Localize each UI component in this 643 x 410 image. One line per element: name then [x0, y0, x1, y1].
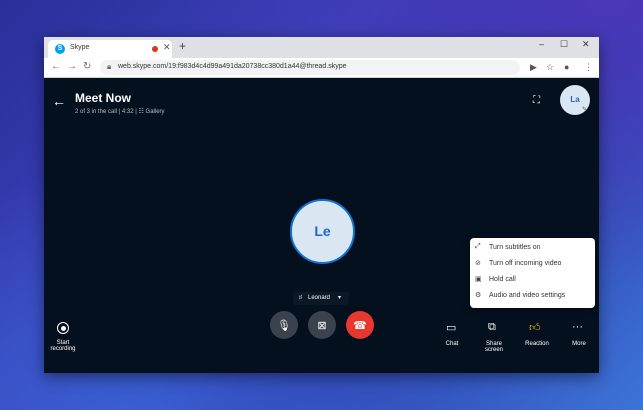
gear-icon: ⚙	[475, 292, 482, 299]
lock-icon: 🔒︎	[107, 62, 112, 71]
record-icon[interactable]	[57, 322, 69, 334]
share-line2: screen	[484, 347, 503, 353]
menu-item-av-settings[interactable]: ⚙ Audio and video settings	[470, 288, 595, 304]
subtitles-icon: ⤢	[475, 243, 481, 250]
reaction-thumbs-up-icon[interactable]: 👍︎	[529, 321, 541, 334]
reload-icon[interactable]: ↻	[83, 61, 91, 72]
call-title: Meet Now	[75, 91, 132, 105]
muted-mic-icon: ✎	[582, 107, 588, 113]
reaction-label: Reaction	[525, 341, 549, 347]
mute-button[interactable]: 🎙︎	[270, 311, 298, 339]
menu-item-label: Audio and video settings	[489, 292, 566, 299]
menu-item-subtitles[interactable]: ⤢ Turn subtitles on	[470, 240, 595, 256]
menu-item-incoming-video[interactable]: ⊘ Turn off incoming video	[470, 256, 595, 272]
more-label: More	[572, 341, 586, 347]
tab-skype[interactable]: S Skype ✕	[48, 40, 172, 58]
start-recording-line2: recording	[50, 346, 76, 352]
camera-indicator-icon[interactable]: ▶	[530, 62, 537, 73]
start-recording-label: Start recording	[48, 340, 78, 352]
mic-off-icon: 🎙︎	[277, 319, 291, 332]
chat-icon[interactable]: ▭	[446, 321, 456, 334]
menu-item-hold-call[interactable]: ▣ Hold call	[470, 272, 595, 288]
skype-call-view: ← Meet Now 2 of 3 in the call | 4:32 | ☷…	[44, 78, 599, 373]
participant-name: Leonard	[308, 295, 331, 301]
back-icon[interactable]: ←	[51, 61, 61, 72]
layout-switch-icon[interactable]: ⛶	[533, 95, 540, 106]
minimize-button[interactable]: –	[539, 39, 544, 49]
mic-off-icon: ♯	[299, 295, 302, 301]
menu-item-label: Hold call	[489, 276, 516, 283]
url-field[interactable]: 🔒︎ web.skype.com/19:f983d4c4d99a491da207…	[100, 60, 520, 75]
back-arrow-icon[interactable]: ←	[52, 93, 66, 109]
skype-logo-icon: S	[55, 44, 65, 54]
call-subtitle: 2 of 3 in the call | 4:32 | ☷ Gallery	[75, 109, 165, 115]
forward-icon[interactable]: →	[67, 61, 77, 72]
share-screen-label: Share screen	[480, 341, 508, 353]
menu-item-label: Turn off incoming video	[489, 260, 562, 267]
menu-item-label: Turn subtitles on	[489, 244, 541, 251]
more-options-menu: ⤢ Turn subtitles on ⊘ Turn off incoming …	[470, 238, 595, 308]
profile-icon[interactable]: ●	[564, 62, 569, 72]
new-tab-button[interactable]: +	[179, 39, 186, 53]
video-toggle-button[interactable]: ⊠	[308, 311, 336, 339]
more-dots-icon[interactable]: ···	[572, 321, 583, 333]
video-off-icon: ⊘	[475, 260, 481, 267]
participant-avatar: Le	[290, 199, 355, 264]
share-screen-icon[interactable]: ⧉	[488, 321, 496, 334]
close-window-button[interactable]: ✕	[582, 39, 590, 50]
tab-close-icon[interactable]: ✕	[163, 42, 171, 53]
browser-menu-icon[interactable]: ⋮	[584, 62, 593, 73]
end-call-button[interactable]: ☎	[346, 311, 374, 339]
address-bar: ← → ↻ 🔒︎ web.skype.com/19:f983d4c4d99a49…	[44, 58, 599, 78]
maximize-button[interactable]: ☐	[560, 39, 568, 50]
bookmark-star-icon[interactable]: ☆	[546, 62, 554, 73]
hang-up-icon: ☎	[353, 319, 367, 332]
hold-icon: ▣	[475, 276, 482, 283]
chat-label: Chat	[445, 341, 459, 347]
tab-bar: S Skype ✕ + – ☐ ✕	[44, 37, 599, 58]
browser-window: S Skype ✕ + – ☐ ✕ ← → ↻ 🔒︎ web.skype.com…	[44, 37, 599, 373]
recording-indicator-icon	[152, 46, 158, 52]
url-text: web.skype.com/19:f983d4c4d99a491da20738c…	[118, 63, 347, 70]
tab-title: Skype	[70, 44, 90, 51]
chevron-down-icon: ▾	[338, 295, 342, 301]
participant-name-pill[interactable]: ♯ Leonard ▾	[293, 292, 349, 305]
camera-off-icon: ⊠	[317, 319, 327, 332]
